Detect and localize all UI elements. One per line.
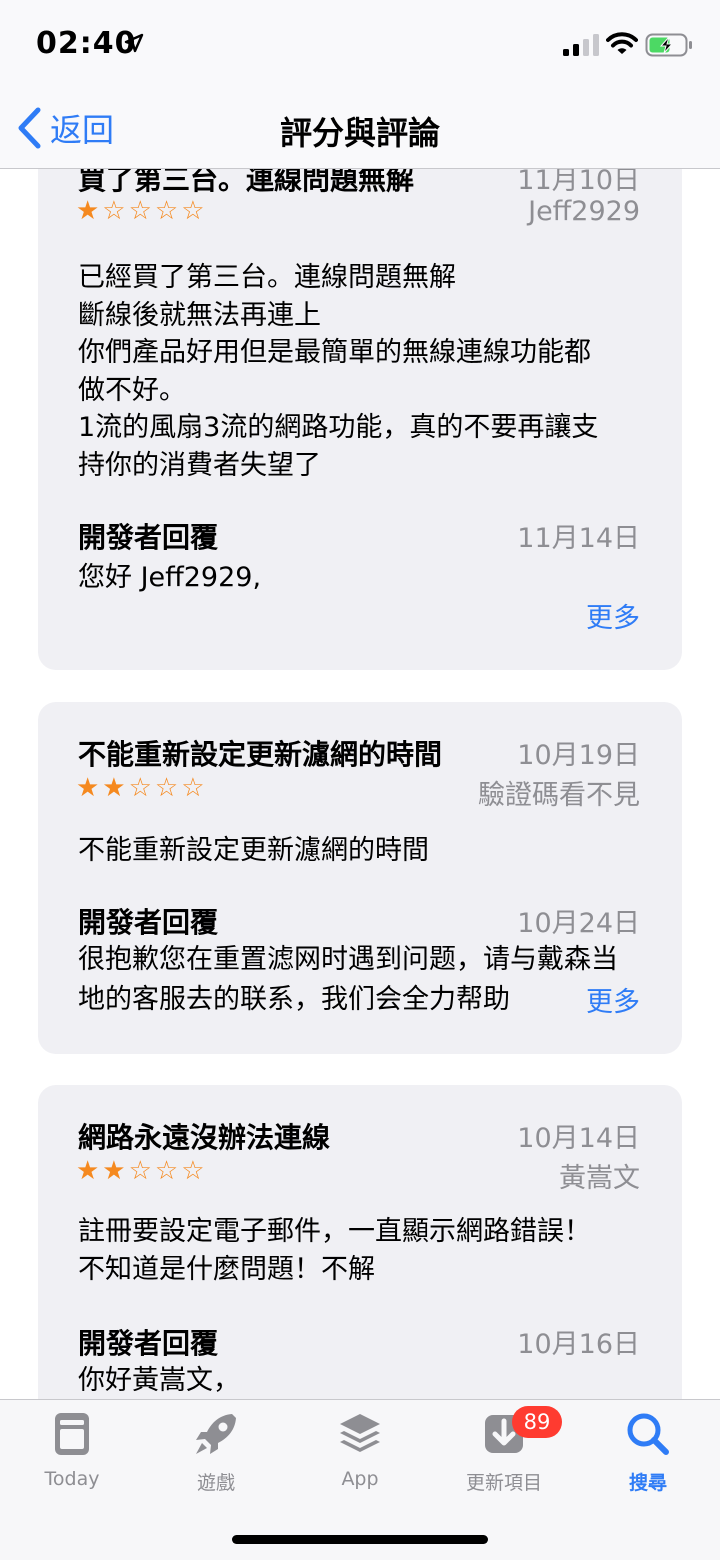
search-icon <box>627 1413 669 1455</box>
developer-reply-text: 您好 Jeff2929, <box>78 562 262 593</box>
review-body: 註冊要設定電子郵件，一直顯示網路錯誤！ 不知道是什麼問題！不解 <box>78 1213 648 1288</box>
tab-games[interactable]: 遊戲 <box>144 1410 288 1495</box>
review-body-line: 註冊要設定電子郵件，一直顯示網路錯誤！ <box>78 1216 591 1247</box>
today-icon <box>55 1413 89 1455</box>
tab-label: 更新項目 <box>465 1472 542 1494</box>
navigation-bar: 返回 評分與評論 <box>0 90 720 169</box>
review-body-line: 不能重新設定更新濾網的時間 <box>78 835 429 866</box>
review-body-line: 持你的消費者失望了 <box>78 449 321 481</box>
tab-label: 遊戲 <box>196 1472 235 1494</box>
page-title: 評分與評論 <box>279 114 440 152</box>
home-indicator[interactable] <box>232 1535 488 1544</box>
review-author: 驗證碼看不見 <box>478 780 640 811</box>
tab-apps[interactable]: App <box>288 1410 432 1490</box>
more-link[interactable]: 更多 <box>574 596 640 635</box>
developer-reply-label: 開發者回覆 <box>78 1327 219 1360</box>
review-title: 買了第三台。連線問題無解 <box>78 168 415 196</box>
star-rating: ★★☆☆☆ <box>76 1156 208 1186</box>
tab-search[interactable]: 搜尋 <box>576 1410 720 1495</box>
developer-reply-text: 很抱歉您在重置滤网时遇到问题，请与戴森当地的客服去的联系，我们会全力帮助 <box>78 944 618 1015</box>
review-card[interactable]: 網路永遠沒辦法連線 10月14日 ★★☆☆☆ 黃嵩文 註冊要設定電子郵件，一直顯… <box>38 1085 682 1399</box>
more-link[interactable]: 更多 <box>574 980 640 1019</box>
star-rating: ★☆☆☆☆ <box>76 196 208 226</box>
tab-updates[interactable]: 89 更新項目 <box>432 1406 576 1495</box>
battery-charging-icon <box>645 33 692 57</box>
tab-bar: Today 遊戲 App 89 更新項目 搜尋 <box>0 1399 720 1560</box>
review-body-line: 斷線後就無法再連上 <box>78 299 321 331</box>
developer-reply-label: 開發者回覆 <box>78 906 219 939</box>
review-date: 10月19日 <box>517 740 640 771</box>
developer-reply-date: 10月24日 <box>517 908 640 939</box>
updates-badge: 89 <box>512 1406 562 1438</box>
status-time: 02:40 <box>36 26 137 61</box>
developer-reply-date: 11月14日 <box>517 523 640 554</box>
developer-reply-text: 你好黃嵩文， <box>78 1365 240 1396</box>
location-arrow-icon <box>124 33 144 53</box>
review-date: 11月10日 <box>517 168 640 196</box>
star-rating: ★★☆☆☆ <box>76 773 208 803</box>
developer-reply-date: 10月16日 <box>517 1329 640 1360</box>
wifi-icon <box>606 32 638 54</box>
rocket-icon <box>196 1414 236 1454</box>
review-title: 不能重新設定更新濾網的時間 <box>78 738 443 771</box>
review-body-line: 做不好。 <box>78 374 186 406</box>
review-card[interactable]: 買了第三台。連線問題無解 11月10日 ★☆☆☆☆ Jeff2929 已經買了第… <box>38 168 682 670</box>
review-body: 已經買了第三台。連線問題無解 斷線後就無法再連上 你們產品好用但是最簡單的無線連… <box>78 259 648 484</box>
review-body-line: 已經買了第三台。連線問題無解 <box>78 262 456 293</box>
review-author: Jeff2929 <box>528 196 640 227</box>
review-date: 10月14日 <box>517 1123 640 1154</box>
tab-today[interactable]: Today <box>0 1410 144 1490</box>
developer-reply-label: 開發者回覆 <box>78 521 219 554</box>
layers-icon <box>340 1414 380 1452</box>
review-body: 不能重新設定更新濾網的時間 <box>78 832 648 870</box>
cellular-signal-icon <box>563 34 599 56</box>
tab-label: 搜尋 <box>628 1472 667 1494</box>
review-body-line: 你們產品好用但是最簡單的無線連線功能都 <box>78 337 591 368</box>
review-title: 網路永遠沒辦法連線 <box>78 1121 331 1154</box>
tab-label: Today <box>44 1468 100 1490</box>
review-body-line: 1流的風扇3流的網路功能，真的不要再讓支 <box>78 412 599 443</box>
review-author: 黃嵩文 <box>559 1163 640 1194</box>
reviews-list[interactable]: 買了第三台。連線問題無解 11月10日 ★☆☆☆☆ Jeff2929 已經買了第… <box>0 168 720 1399</box>
tab-label: App <box>341 1468 379 1490</box>
review-card[interactable]: 不能重新設定更新濾網的時間 10月19日 ★★☆☆☆ 驗證碼看不見 不能重新設定… <box>38 702 682 1054</box>
review-body-line: 不知道是什麼問題！不解 <box>78 1253 375 1285</box>
status-bar: 02:40 <box>0 0 720 90</box>
